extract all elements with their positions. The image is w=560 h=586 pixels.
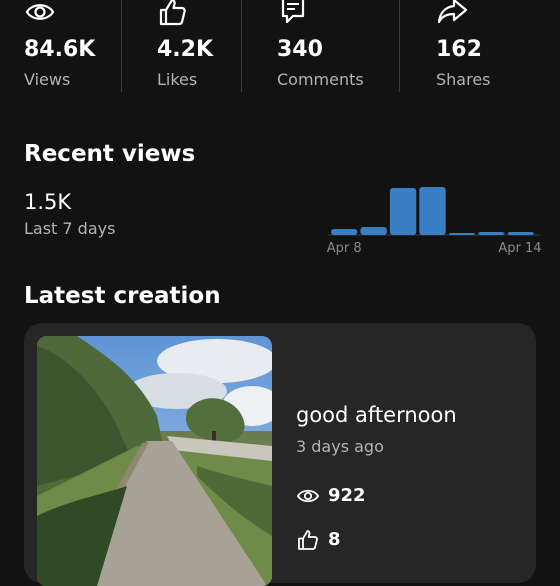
video-views-count: 922: [328, 485, 366, 506]
stat-value: 4.2K: [157, 37, 214, 62]
latest-creation-heading: Latest creation: [24, 283, 221, 309]
divider: [241, 0, 242, 92]
stat-label: Views: [24, 70, 71, 89]
chart-bar-2[interactable]: [360, 227, 387, 235]
divider: [121, 0, 122, 92]
video-likes-count: 8: [328, 529, 341, 550]
latest-creation-card[interactable]: good afternoon 3 days ago 922 8: [24, 323, 536, 586]
stat-label: Shares: [436, 70, 491, 89]
recent-views-count: 1.5K: [24, 190, 72, 214]
recent-views-heading: Recent views: [24, 141, 196, 167]
stat-value: 84.6K: [24, 37, 96, 62]
chart-bar-6[interactable]: [478, 232, 505, 235]
video-posted-time: 3 days ago: [296, 437, 384, 456]
thumbs-up-icon: [159, 0, 186, 26]
recent-views-chart[interactable]: Apr 8 Apr 14: [324, 180, 544, 260]
chart-bar-1[interactable]: [331, 229, 358, 235]
video-title[interactable]: good afternoon: [296, 403, 457, 427]
comment-icon: [281, 0, 305, 24]
stat-value: 162: [436, 37, 482, 62]
stats-row: 84.6K Views 4.2K Likes 340 Comments 162 …: [0, 0, 560, 92]
video-thumbnail[interactable]: [37, 336, 272, 586]
recent-views-period: Last 7 days: [24, 219, 116, 238]
stat-label: Comments: [277, 70, 364, 89]
stat-label: Likes: [157, 70, 198, 89]
thumbs-up-icon: [298, 530, 318, 550]
chart-bar-5[interactable]: [448, 233, 476, 235]
chart-bar-4[interactable]: [419, 187, 446, 235]
divider: [399, 0, 400, 92]
eye-icon: [296, 489, 320, 503]
eye-icon: [25, 4, 55, 20]
x-tick-label: Apr 14: [498, 241, 541, 256]
x-tick-label: Apr 8: [327, 241, 362, 256]
share-icon: [437, 0, 468, 24]
chart-bar-3[interactable]: [389, 188, 417, 235]
chart-bar-7[interactable]: [507, 232, 534, 235]
stat-value: 340: [277, 37, 323, 62]
